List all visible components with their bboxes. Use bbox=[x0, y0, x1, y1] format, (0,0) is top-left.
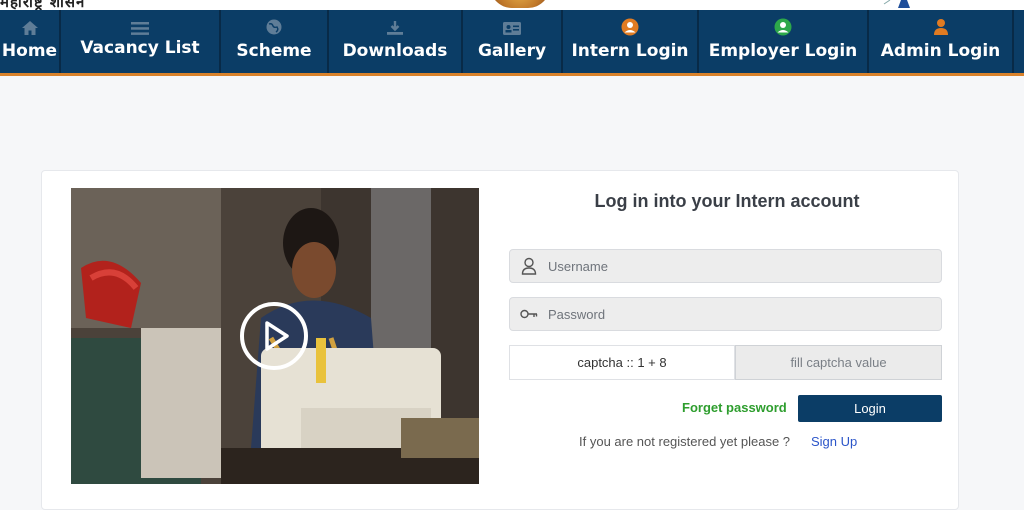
list-icon bbox=[130, 10, 150, 36]
user-icon bbox=[933, 10, 949, 36]
top-header: महाराष्ट्र शासन bbox=[0, 0, 1024, 10]
captcha-question: captcha :: 1 + 8 bbox=[509, 345, 735, 380]
login-button[interactable]: Login bbox=[798, 395, 942, 422]
nav-home-label: Home bbox=[1, 41, 58, 61]
nav-employer-login-label: Employer Login bbox=[708, 41, 858, 61]
play-icon bbox=[265, 321, 289, 351]
download-icon bbox=[386, 10, 404, 36]
nav-intern-login[interactable]: Intern Login bbox=[563, 10, 699, 73]
username-field[interactable] bbox=[509, 249, 942, 283]
user-circle-icon bbox=[621, 10, 639, 36]
nav-vacancy-list-label: Vacancy List bbox=[80, 38, 200, 58]
state-emblem-icon bbox=[490, 0, 550, 8]
captcha-input[interactable] bbox=[736, 346, 941, 379]
nav-admin-login[interactable]: Admin Login bbox=[869, 10, 1014, 73]
key-icon bbox=[510, 309, 548, 319]
main-nav: Home Vacancy List Scheme Downloads Galle… bbox=[0, 10, 1024, 76]
login-title: Log in into your Intern account bbox=[594, 191, 860, 211]
home-icon bbox=[21, 10, 39, 36]
nav-intern-login-label: Intern Login bbox=[571, 41, 689, 61]
password-input[interactable] bbox=[548, 306, 928, 322]
password-field[interactable] bbox=[509, 297, 942, 331]
sign-up-link[interactable]: Sign Up bbox=[811, 434, 857, 449]
nav-downloads[interactable]: Downloads bbox=[329, 10, 463, 73]
register-prompt: If you are not registered yet please ? bbox=[579, 434, 791, 449]
captcha-field[interactable] bbox=[735, 345, 942, 380]
nav-gallery[interactable]: Gallery bbox=[463, 10, 563, 73]
username-input[interactable] bbox=[548, 258, 928, 274]
brand-text: महाराष्ट्र शासन bbox=[0, 0, 86, 10]
play-button[interactable] bbox=[240, 302, 308, 370]
partner-logo-icon bbox=[883, 0, 910, 8]
nav-gallery-label: Gallery bbox=[477, 41, 547, 61]
nav-vacancy-list[interactable]: Vacancy List bbox=[61, 10, 221, 73]
globe-icon bbox=[265, 10, 283, 36]
nav-scheme[interactable]: Scheme bbox=[221, 10, 329, 73]
intro-video[interactable] bbox=[71, 188, 479, 484]
user-circle-icon bbox=[774, 10, 792, 36]
forget-password-link[interactable]: Forget password bbox=[682, 400, 787, 415]
id-card-icon bbox=[502, 10, 522, 36]
nav-downloads-label: Downloads bbox=[342, 41, 448, 61]
user-outline-icon bbox=[510, 257, 548, 275]
nav-admin-login-label: Admin Login bbox=[880, 41, 1001, 61]
nav-scheme-label: Scheme bbox=[236, 41, 312, 61]
nav-employer-login[interactable]: Employer Login bbox=[699, 10, 869, 73]
login-card: Log in into your Intern account captcha … bbox=[41, 170, 959, 510]
nav-home[interactable]: Home bbox=[0, 10, 61, 73]
